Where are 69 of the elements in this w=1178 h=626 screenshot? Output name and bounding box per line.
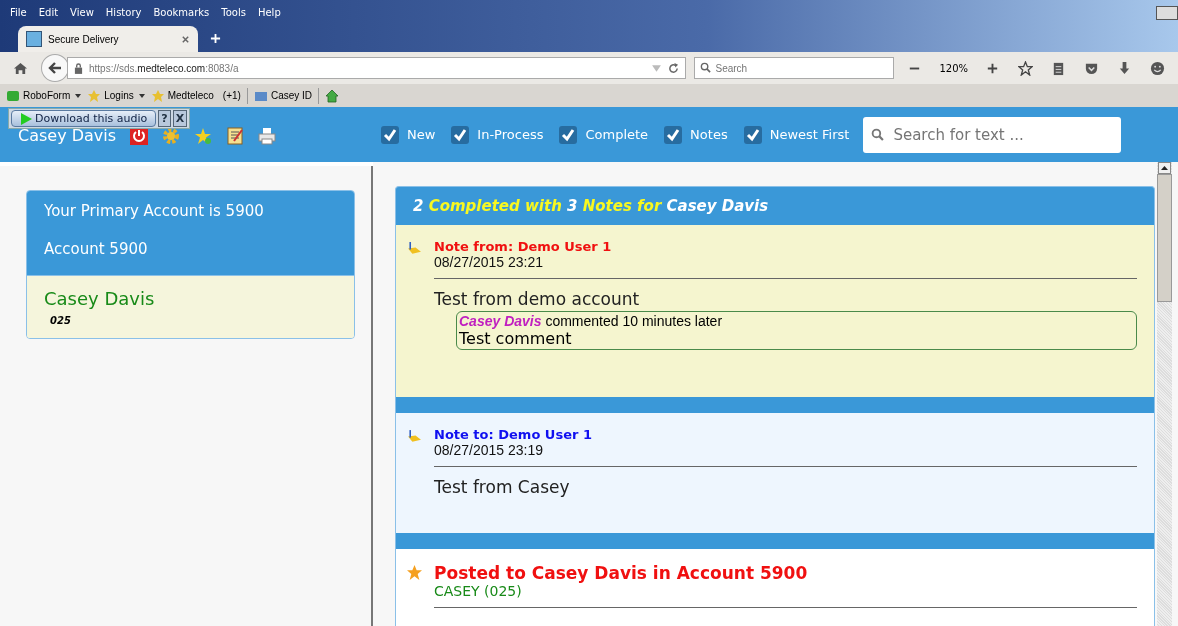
home-icon[interactable] (325, 88, 340, 103)
note-icon (407, 241, 422, 256)
menu-item[interactable]: Edit (38, 6, 59, 18)
menu-item[interactable]: Tools (221, 6, 246, 18)
checkbox[interactable] (451, 125, 470, 144)
window-controls[interactable] (1156, 6, 1178, 20)
customer-code: 025 (50, 315, 72, 326)
note-text: Test from demo account (434, 289, 641, 309)
caret-icon[interactable] (138, 93, 145, 98)
account-label: Account 5900 (44, 239, 149, 260)
bookmark-item[interactable]: Logins (87, 88, 145, 103)
checkbox[interactable] (381, 125, 399, 144)
download-audio-button[interactable]: Download this audio (11, 110, 157, 127)
scroll-up-icon[interactable] (1157, 162, 1172, 174)
menu-item[interactable]: File (10, 6, 27, 18)
printer-icon[interactable] (258, 126, 276, 145)
page-icon (26, 31, 42, 47)
checkbox[interactable] (559, 125, 578, 144)
search-icon (700, 62, 712, 73)
checkbox[interactable] (743, 125, 762, 144)
notepad-icon[interactable] (226, 126, 244, 145)
address-field[interactable]: https://sds.medteleco.com:8083/a (66, 57, 687, 79)
new-tab-icon[interactable] (210, 33, 221, 44)
menu-item[interactable]: View (70, 6, 94, 18)
search-field[interactable]: Search for text ... (863, 116, 1122, 153)
comment-text: Test comment (459, 329, 573, 348)
home-icon[interactable] (13, 60, 28, 76)
bookmark-item[interactable]: Casey ID (253, 88, 313, 103)
browser-tab[interactable]: Secure Delivery (18, 26, 198, 52)
note-text: Test from Casey (434, 477, 571, 497)
back-arrow-icon (46, 60, 63, 76)
close-button[interactable]: X (172, 110, 188, 127)
search-icon (871, 127, 885, 141)
back-button[interactable] (41, 54, 69, 82)
search-field[interactable]: Search (694, 57, 895, 79)
caret-icon[interactable] (75, 93, 82, 98)
smiley-icon[interactable] (1150, 60, 1165, 76)
star-icon[interactable] (1018, 60, 1034, 76)
clipboard-icon[interactable] (1051, 60, 1066, 76)
comment-author[interactable]: Casey Davis (459, 313, 542, 329)
primary-account-text: Your Primary Account is 5900 (44, 201, 265, 222)
bookmark-item[interactable]: RoboForm (6, 88, 82, 103)
play-icon (20, 112, 32, 125)
item-date: 08/27/2015 23:19 (434, 442, 544, 458)
customer-name[interactable]: Casey Davis (44, 288, 337, 309)
star-icon[interactable] (194, 126, 212, 145)
close-icon[interactable] (181, 34, 190, 44)
star-icon (150, 88, 165, 103)
star-icon (87, 88, 102, 103)
comment-meta: commented 10 minutes later (545, 313, 723, 329)
menu-item[interactable]: Bookmarks (153, 6, 210, 18)
zoom-level[interactable]: 120% (939, 62, 969, 74)
menu-item[interactable]: Help (257, 6, 281, 18)
bookmark-item[interactable]: Medteleco (+1) (150, 88, 241, 103)
item-subtitle: CASEY (025) (434, 583, 523, 599)
scrollbar[interactable] (1157, 162, 1172, 626)
item-title: Note to: Demo User 1 (434, 427, 593, 442)
checkbox[interactable] (664, 125, 683, 144)
help-button[interactable]: ? (158, 110, 171, 127)
user-name: Casey Davis (18, 126, 118, 145)
feed-summary: 2 Completed with 3 Notes for Casey Davis (413, 197, 769, 215)
lock-icon (73, 62, 83, 74)
item-date: 08/27/2015 23:21 (434, 254, 544, 270)
item-title: Posted to Casey Davis in Account 5900 (434, 563, 809, 583)
reload-icon[interactable] (668, 62, 680, 74)
menu-item[interactable]: History (105, 6, 142, 18)
star-icon (407, 565, 422, 580)
item-title: Note from: Demo User 1 (434, 239, 613, 254)
note-icon (407, 429, 422, 444)
